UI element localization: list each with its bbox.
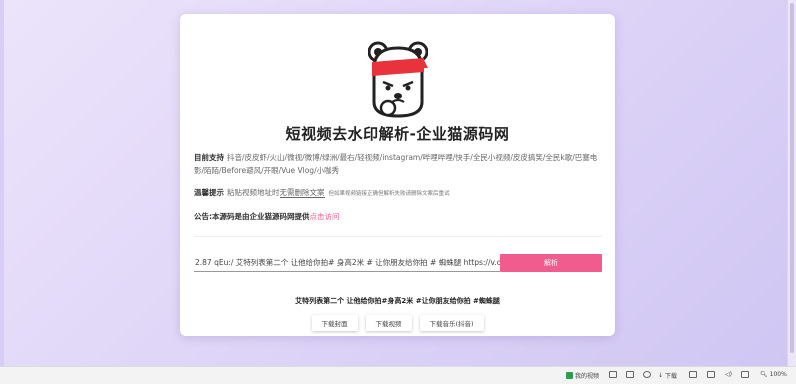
parse-button[interactable]: 解析: [500, 254, 602, 272]
zoom-level: 100%: [769, 371, 787, 378]
notice-link[interactable]: 点击访问: [310, 212, 340, 221]
divider: [194, 236, 602, 237]
video-url-input[interactable]: [194, 254, 500, 272]
tip-underlined-text: 无需删除文案: [279, 188, 325, 198]
shield-icon: [643, 371, 651, 378]
download-button[interactable]: ↓ 下载: [658, 371, 677, 380]
image-icon: [609, 371, 617, 378]
download-video-button[interactable]: 下载视频: [365, 315, 412, 331]
print-button[interactable]: [689, 371, 697, 378]
page-title: 短视频去水印解析-企业猫源码网: [285, 125, 510, 143]
download-cover-button[interactable]: 下载封面: [311, 315, 358, 331]
my-video-label: 我的视频: [575, 373, 600, 380]
notice-text: 公告:本源码是由企业猫源码网提供: [194, 212, 310, 221]
main-card: 短视频去水印解析-企业猫源码网 目前支持 抖音/皮皮虾/火山/微视/微博/绿洲/最…: [180, 14, 615, 336]
download-arrow-icon: ↓: [658, 372, 664, 379]
vertical-scrollbar[interactable]: [787, 0, 796, 366]
result-title: 艾特列表第二个 让他给你拍#身高2米 #让你朋友给你拍 #蜘蛛腿: [295, 297, 500, 305]
fullscreen-icon: [741, 371, 749, 378]
zoom-control[interactable]: 🔍︎ 100%: [760, 371, 787, 378]
download-buttons: 下载封面 下载视频 下载音乐(抖音): [180, 315, 615, 331]
video-icon: [566, 372, 573, 379]
zoom-icon: 🔍︎: [760, 371, 768, 378]
translate-button[interactable]: [626, 371, 634, 378]
fullscreen-button[interactable]: [741, 371, 749, 378]
download-music-button[interactable]: 下载音乐(抖音): [419, 315, 484, 331]
support-info: 目前支持 抖音/皮皮虾/火山/微视/微博/绿洲/最右/轻视频/instagram/…: [194, 151, 602, 177]
url-input-row: 解析: [194, 254, 602, 272]
device-button[interactable]: [707, 371, 715, 378]
tip-text: 粘贴视频地址时: [227, 188, 280, 197]
my-video-button[interactable]: 我的视频: [566, 371, 599, 380]
support-platforms: 抖音/皮皮虾/火山/微视/微博/绿洲/最右/轻视频/instagram/哔哩哔哩…: [194, 153, 598, 175]
notice: 公告:本源码是由企业猫源码网提供点击访问: [194, 211, 340, 222]
tip-info: 温馨提示 粘贴视频地址时无需删除文案 但如果视频链接正确但解析失败请删除文案后重试: [194, 187, 602, 198]
sound-button[interactable]: ◁): [725, 371, 732, 378]
tip-label: 温馨提示: [194, 188, 224, 197]
tip-small-text: 但如果视频链接正确但解析失败请删除文案后重试: [328, 191, 450, 197]
page-background: 短视频去水印解析-企业猫源码网 目前支持 抖音/皮皮虾/火山/微视/微博/绿洲/最…: [0, 0, 796, 366]
download-label: 下载: [665, 373, 678, 380]
mascot-logo: [368, 41, 428, 118]
shield-button[interactable]: [643, 371, 651, 378]
screenshot-button[interactable]: [609, 371, 617, 378]
speaker-icon: ◁): [725, 371, 732, 378]
translate-icon: [626, 371, 634, 378]
printer-icon: [689, 371, 697, 378]
scrollbar-thumb[interactable]: [790, 3, 794, 353]
support-label: 目前支持: [194, 153, 224, 162]
browser-status-bar: 我的视频 ↓ 下载 ◁) 🔍︎ 100%: [0, 366, 796, 384]
device-icon: [707, 371, 715, 378]
